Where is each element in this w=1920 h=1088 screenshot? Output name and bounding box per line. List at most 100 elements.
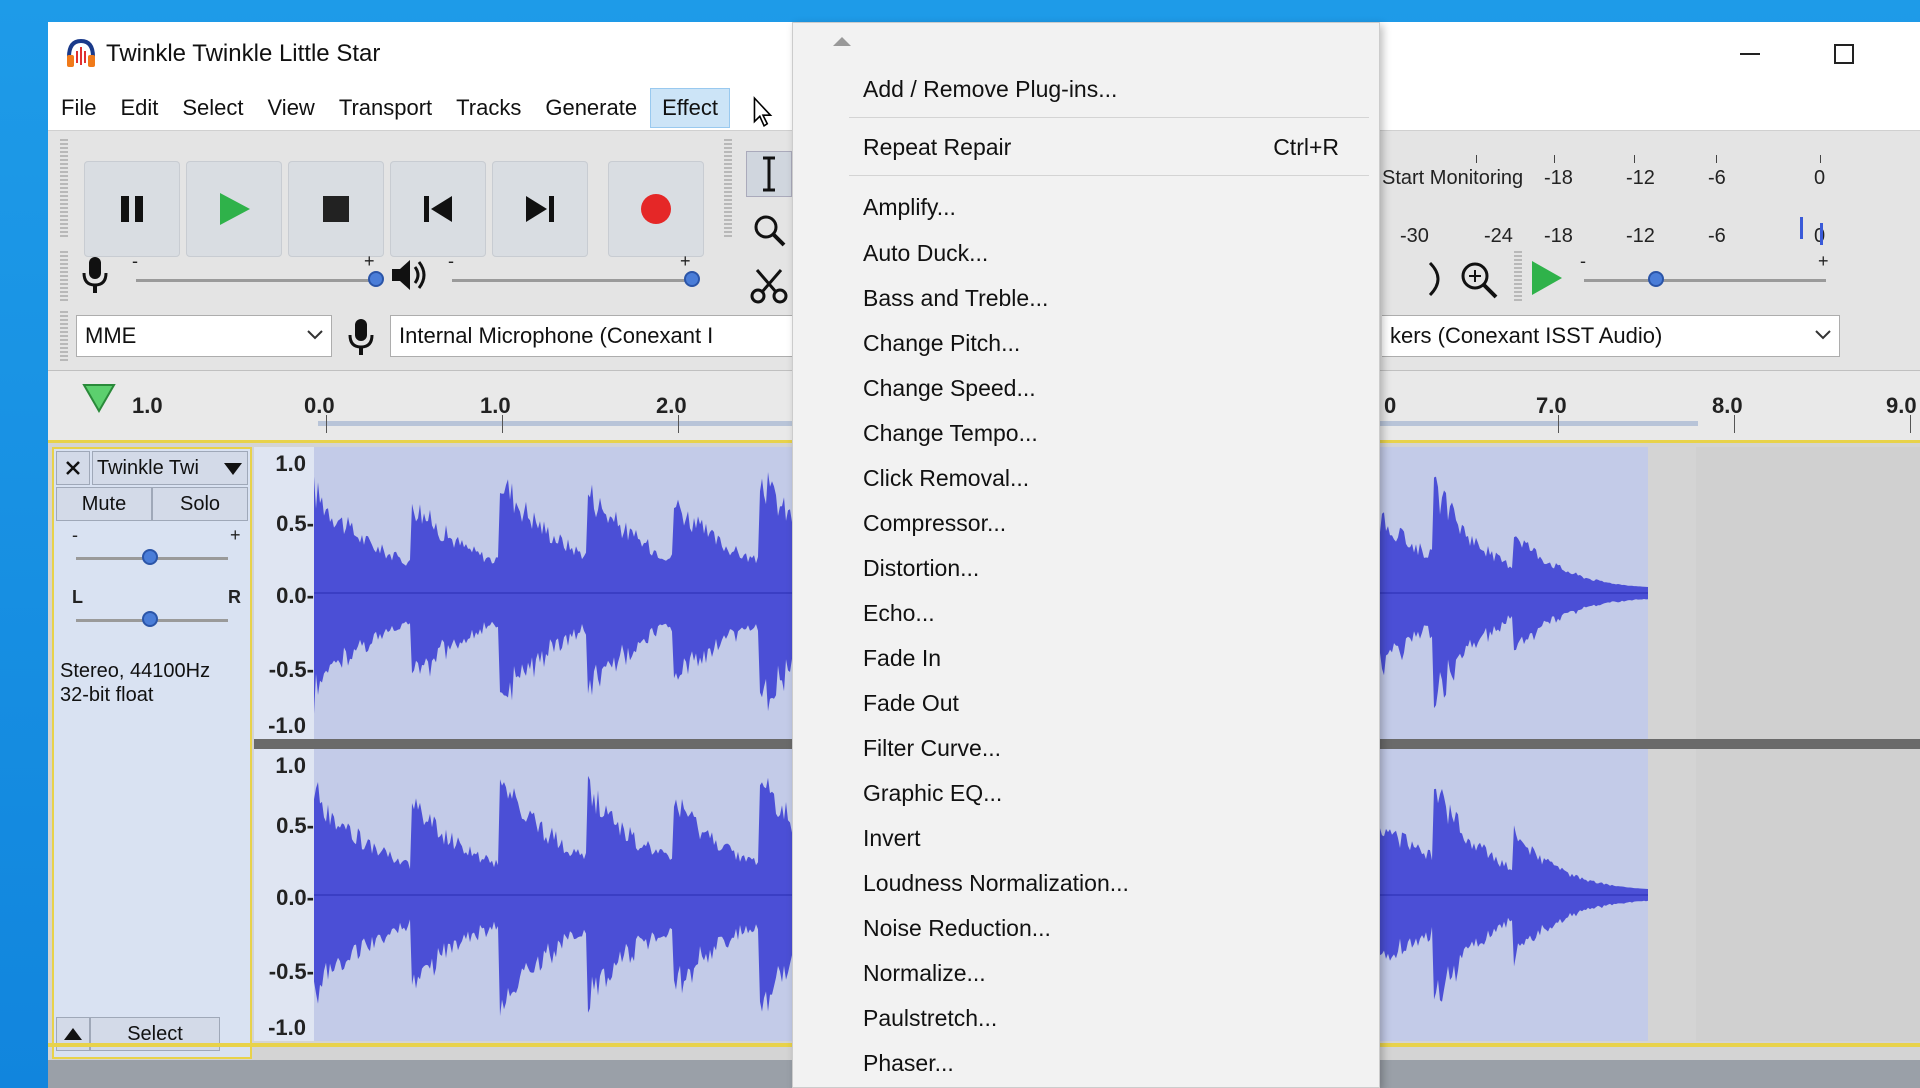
selection-tool-button[interactable]: [746, 151, 792, 197]
menu-generate[interactable]: Generate: [534, 89, 648, 127]
audio-host-select[interactable]: MME: [76, 315, 332, 357]
effect-menu-item[interactable]: Phaser...: [793, 1043, 1379, 1083]
scale-label: -1.0: [268, 1015, 306, 1040]
effect-menu-item[interactable]: Noise Reduction...: [793, 908, 1379, 948]
ruler-tick-label: 8.0: [1712, 393, 1743, 418]
record-button[interactable]: [608, 161, 704, 257]
record-volume-plus: +: [364, 251, 375, 271]
mute-label: Mute: [81, 492, 127, 515]
ruler-tick-label: 1.0: [480, 393, 511, 418]
effect-menu-item[interactable]: Repeat Repair Ctrl+R: [793, 127, 1379, 167]
play-at-speed-grip[interactable]: [1514, 251, 1522, 301]
menu-separator: [849, 117, 1369, 118]
effect-menu-item[interactable]: Change Speed...: [793, 368, 1379, 408]
menu-transport[interactable]: Transport: [328, 89, 443, 127]
maximize-button[interactable]: [1824, 36, 1864, 72]
track-name-menu[interactable]: Twinkle Twi: [92, 451, 248, 485]
mute-button[interactable]: Mute: [56, 487, 152, 521]
skip-to-end-button[interactable]: [492, 161, 588, 257]
menu-tracks[interactable]: Tracks: [445, 89, 532, 127]
record-volume-track[interactable]: [136, 279, 376, 282]
play-speed-track[interactable]: [1584, 279, 1826, 282]
input-microphone-icon: [348, 319, 374, 355]
ruler-tick-label: 7.0: [1536, 393, 1567, 418]
effect-menu-item[interactable]: Amplify...: [793, 187, 1379, 227]
stop-button[interactable]: [288, 161, 384, 257]
recording-device-select[interactable]: Internal Microphone (Conexant I: [390, 315, 810, 357]
playback-device-value: kers (Conexant ISST Audio): [1390, 323, 1663, 348]
playback-device-select[interactable]: kers (Conexant ISST Audio): [1382, 315, 1840, 357]
menu-view[interactable]: View: [257, 89, 326, 127]
tools-grip[interactable]: [724, 139, 732, 237]
menu-effect[interactable]: Effect: [650, 88, 730, 128]
skip-to-start-button[interactable]: [390, 161, 486, 257]
gain-plus: +: [230, 525, 241, 545]
effect-menu-item[interactable]: Add / Remove Plug-ins...: [793, 69, 1379, 109]
pan-slider[interactable]: [142, 611, 158, 627]
play-speed-slider[interactable]: [1648, 271, 1664, 287]
empty-track-space: [1696, 447, 1920, 739]
effect-menu-item-shortcut: Ctrl+R: [1273, 133, 1339, 160]
zoom-toggle-icon[interactable]: [1458, 259, 1500, 301]
meter-tick: [1716, 155, 1717, 163]
effect-menu-item[interactable]: Change Tempo...: [793, 413, 1379, 453]
pinned-play-head-icon[interactable]: [82, 383, 116, 413]
play-meter-tick-label: -30: [1400, 225, 1429, 247]
effect-menu-item[interactable]: Fade In: [793, 638, 1379, 678]
effect-menu-item[interactable]: Echo...: [793, 593, 1379, 633]
record-volume-minus: -: [132, 251, 138, 271]
effect-menu-item[interactable]: Graphic EQ...: [793, 773, 1379, 813]
cut-button[interactable]: [746, 263, 792, 309]
ruler-tick-label: 2.0: [656, 393, 687, 418]
ruler-tick: [502, 415, 503, 433]
effect-menu-item[interactable]: Auto Duck...: [793, 233, 1379, 273]
menu-edit[interactable]: Edit: [109, 89, 169, 127]
effect-menu-item[interactable]: Fade Out: [793, 683, 1379, 723]
record-meter-tick-label: -6: [1708, 167, 1726, 189]
play-button[interactable]: [186, 161, 282, 257]
playback-volume-slider[interactable]: [684, 271, 700, 287]
playback-volume-track[interactable]: [452, 279, 694, 282]
playback-volume-minus: -: [448, 251, 454, 271]
toolbar-grip[interactable]: [60, 139, 68, 237]
effect-menu-item[interactable]: Click Removal...: [793, 458, 1379, 498]
zoom-out-partial-icon[interactable]: [1428, 259, 1448, 299]
ruler-tick: [678, 415, 679, 433]
track-bit-depth: 32-bit float: [60, 684, 154, 706]
solo-button[interactable]: Solo: [152, 487, 248, 521]
mixer-grip[interactable]: [60, 251, 68, 301]
start-monitoring-label[interactable]: Start Monitoring: [1382, 167, 1523, 190]
menu-file[interactable]: File: [50, 89, 107, 127]
effect-menu-item[interactable]: Filter Curve...: [793, 728, 1379, 768]
scroll-up-arrow-icon[interactable]: [833, 37, 851, 46]
play-meter-tick-label: -12: [1626, 225, 1655, 247]
record-volume-slider[interactable]: [368, 271, 384, 287]
pause-button[interactable]: [84, 161, 180, 257]
chevron-down-icon: [307, 330, 323, 340]
scale-label: -0.5-: [268, 657, 314, 682]
scale-label: -0.5-: [268, 959, 314, 984]
close-track-button[interactable]: [56, 451, 90, 485]
play-at-speed-icon[interactable]: [1528, 259, 1564, 297]
ruler-tick: [326, 415, 327, 433]
effect-menu-item-label: Distortion...: [863, 554, 980, 581]
effect-menu-item[interactable]: Paulstretch...: [793, 998, 1379, 1038]
gain-slider[interactable]: [142, 549, 158, 565]
effect-menu-item[interactable]: Invert: [793, 818, 1379, 858]
menu-select[interactable]: Select: [171, 89, 254, 127]
zoom-tool-button[interactable]: [746, 207, 792, 253]
meter-tick: [1634, 155, 1635, 163]
ruler-tick: [1734, 415, 1735, 433]
effect-menu-item[interactable]: Bass and Treble...: [793, 278, 1379, 318]
stop-icon: [323, 196, 349, 222]
triangle-up-icon: [64, 1028, 82, 1040]
effect-menu-item[interactable]: Compressor...: [793, 503, 1379, 543]
record-meter-tick-label: 0: [1814, 167, 1826, 189]
effect-menu-item[interactable]: Distortion...: [793, 548, 1379, 588]
device-grip[interactable]: [60, 311, 68, 361]
minimize-button[interactable]: [1730, 36, 1770, 72]
effect-menu-item-label: Invert: [863, 824, 921, 851]
effect-menu-item[interactable]: Change Pitch...: [793, 323, 1379, 363]
effect-menu-item[interactable]: Normalize...: [793, 953, 1379, 993]
effect-menu-item[interactable]: Loudness Normalization...: [793, 863, 1379, 903]
